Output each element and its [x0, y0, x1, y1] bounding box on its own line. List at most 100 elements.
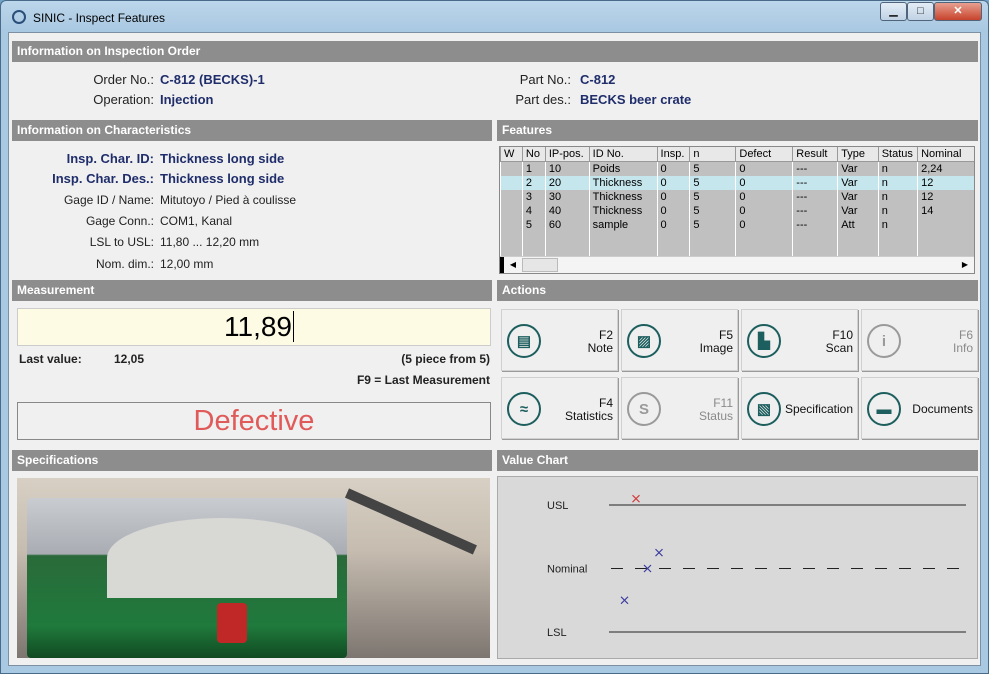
lsl-usl-label: LSL to USL: — [89, 235, 154, 249]
table-cell: 5 — [689, 204, 736, 218]
table-cell: 2 — [521, 176, 546, 190]
action-text: Statistics — [564, 409, 613, 423]
measurement-value: 11,89 — [224, 311, 292, 342]
order-no-value: C-812 (BECKS)-1 — [160, 72, 265, 87]
action-label: F2 Note — [588, 329, 613, 355]
table-cell: 4 — [521, 204, 546, 218]
table-cell: n — [877, 161, 918, 176]
table-cell: --- — [792, 176, 838, 190]
action-text: Note — [587, 341, 613, 355]
table-cell: 0 — [735, 176, 793, 190]
close-button[interactable]: ✕ — [934, 2, 982, 21]
table-cell: n — [877, 218, 918, 232]
note-icon: ▤ — [507, 324, 541, 358]
table-cell: 40 — [544, 204, 590, 218]
data-point-marker — [620, 596, 629, 605]
column-header[interactable]: IP-pos. — [544, 147, 590, 162]
action-text: Scan — [825, 341, 853, 355]
table-cell — [735, 232, 793, 246]
table-cell: 0 — [656, 176, 690, 190]
info-icon: i — [867, 324, 901, 358]
table-cell: Var — [837, 161, 879, 176]
column-header[interactable]: Defect — [735, 147, 794, 162]
conn-label: Gage Conn.: — [85, 214, 154, 228]
char-id-label: Insp. Char. ID: — [66, 151, 154, 166]
part-des-label: Part des.: — [515, 92, 571, 107]
specification-image — [17, 478, 490, 658]
statistics-icon: ≈ — [507, 392, 541, 426]
action-info-button[interactable]: i F6 Info — [861, 309, 978, 371]
last-value: 12,05 — [114, 352, 145, 366]
part-no-value: C-812 — [580, 72, 616, 87]
nominal-label: Nominal — [547, 564, 587, 576]
table-row[interactable]: 440Thickness050---Varn14Majo — [500, 204, 974, 218]
scroll-left-arrow-icon[interactable]: ◀ — [506, 257, 520, 273]
column-header[interactable]: Result — [792, 147, 839, 162]
action-text: Info — [952, 341, 973, 355]
table-cell — [689, 232, 736, 246]
table-row[interactable] — [500, 232, 974, 246]
column-header[interactable]: No — [521, 147, 546, 162]
action-image-button[interactable]: ▨ F5 Image — [621, 309, 738, 371]
column-header[interactable]: Status — [877, 147, 919, 162]
table-cell: 1 — [521, 161, 546, 176]
table-cell — [877, 232, 918, 246]
action-specification-button[interactable]: ▧ Specification — [741, 377, 858, 439]
table-cell: --- — [792, 190, 838, 204]
table-cell — [500, 218, 523, 232]
table-cell: Var — [837, 190, 879, 204]
value-chart: USL Nominal LSL — [497, 476, 978, 659]
action-text: Specification — [784, 402, 853, 416]
column-header[interactable]: n — [689, 147, 737, 162]
table-cell: 5 — [689, 176, 736, 190]
table-cell — [500, 190, 523, 204]
action-documents-button[interactable]: ▬ Documents — [861, 377, 978, 439]
table-cell — [500, 176, 523, 190]
column-header[interactable]: W — [500, 147, 523, 162]
table-row[interactable]: 220Thickness050---Varn12Majo — [500, 176, 974, 190]
scroll-thumb[interactable] — [522, 258, 558, 272]
table-cell — [500, 232, 523, 246]
table-row[interactable]: 330Thickness050---Varn12Majo — [500, 190, 974, 204]
scroll-right-arrow-icon[interactable]: ▶ — [958, 257, 972, 273]
last-value-label: Last value: — [19, 352, 82, 366]
table-cell: 14 — [917, 204, 974, 218]
table-cell: 0 — [656, 218, 690, 232]
data-point-marker — [655, 548, 663, 557]
action-scan-button[interactable]: ▙ F10 Scan — [741, 309, 858, 371]
features-table[interactable]: W No IP-pos. ID No. Insp. n Defect Result Type St… — [499, 146, 975, 274]
table-cell: Thickness — [588, 204, 658, 218]
table-cell: 5 — [521, 218, 546, 232]
table-cell: --- — [792, 161, 838, 176]
horizontal-scrollbar[interactable]: ◀ ▶ — [500, 256, 974, 273]
action-status-button[interactable]: S F11 Status — [621, 377, 738, 439]
value-chart-svg: USL Nominal LSL — [547, 494, 966, 639]
table-row[interactable]: 560sample050---AttnMajo — [500, 218, 974, 232]
image-icon: ▨ — [627, 324, 661, 358]
action-label: F11 Status — [699, 397, 733, 423]
table-cell: n — [877, 204, 918, 218]
client-area: Information on Inspection Order Order No… — [8, 32, 981, 666]
table-cell: 0 — [735, 204, 793, 218]
table-cell — [656, 232, 690, 246]
column-header[interactable]: Nominal — [917, 147, 974, 162]
table-row[interactable]: 110Poids050---Varn2,24Majo — [500, 161, 974, 176]
column-header[interactable]: Insp. — [656, 147, 691, 162]
text-cursor — [293, 311, 294, 342]
maximize-button[interactable]: □ — [907, 2, 934, 21]
measurement-input[interactable]: 11,89 — [17, 308, 491, 346]
table-cell — [588, 232, 658, 246]
minimize-button[interactable]: ▁ — [880, 2, 907, 21]
table-cell: 0 — [656, 204, 690, 218]
column-header[interactable]: Type — [837, 147, 879, 162]
action-note-button[interactable]: ▤ F2 Note — [501, 309, 618, 371]
action-label: Documents — [912, 403, 973, 416]
table-cell: Thickness — [588, 190, 658, 204]
result-status: Defective — [17, 402, 491, 440]
title-bar: SINIC - Inspect Features ▁ □ ✕ — [1, 1, 988, 33]
table-cell: 10 — [544, 161, 590, 176]
table-cell: 0 — [735, 190, 793, 204]
action-statistics-button[interactable]: ≈ F4 Statistics — [501, 377, 618, 439]
column-header[interactable]: ID No. — [588, 147, 658, 162]
gage-label: Gage ID / Name: — [63, 193, 154, 207]
